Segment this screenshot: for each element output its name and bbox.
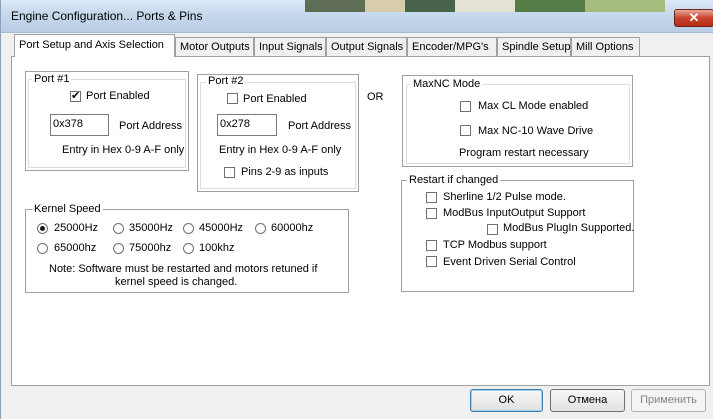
close-button[interactable]: ✕ [674,9,713,27]
tcp-modbus-label: TCP Modbus support [443,239,547,251]
max-nc10-checkbox[interactable] [460,125,471,136]
tab-output-signals[interactable]: Output Signals [326,37,407,56]
dialog-window: Engine Configuration... Ports & Pins ✕ P… [0,0,713,419]
port1-enabled-checkbox[interactable] [70,89,81,102]
port1-legend: Port #1 [32,73,72,85]
kernel-60000-radio[interactable] [255,223,266,234]
kernel-65000-radio[interactable] [37,243,48,254]
port2-pins-label: Pins 2-9 as inputs [241,166,329,178]
tab-label: Port Setup and Axis Selection [19,39,164,51]
port2-address-input[interactable]: 0x278 [217,114,277,136]
tab-mill-options[interactable]: Mill Options [571,37,640,56]
modbus-plugin-label: ModBus PlugIn Supported. [503,222,635,234]
cancel-button[interactable]: Отмена [550,389,625,412]
tab-input-signals[interactable]: Input Signals [254,37,326,56]
tab-label: Output Signals [331,41,404,53]
serial-control-checkbox[interactable] [426,256,437,267]
tab-label: Spindle Setup [502,41,571,53]
kernel-100k-radio[interactable] [183,243,194,254]
window-title: Engine Configuration... Ports & Pins [11,9,203,23]
apply-button[interactable]: Применить [631,389,706,412]
kernel-100k-label: 100khz [199,242,235,254]
tab-spindle-setup[interactable]: Spindle Setup [497,37,571,56]
tab-encoder-mpg[interactable]: Encoder/MPG's [407,37,497,56]
modbus-plugin-checkbox[interactable] [487,224,498,235]
modbus-io-label: ModBus InputOutput Support [443,207,586,219]
max-nc10-label: Max NC-10 Wave Drive [478,125,594,137]
restart-legend: Restart if changed [407,174,501,186]
kernel-legend: Kernel Speed [32,203,103,215]
tab-label: Encoder/MPG's [412,41,489,53]
kernel-65000-label: 65000hz [54,242,97,254]
tab-label: Input Signals [259,41,323,53]
serial-control-label: Event Driven Serial Control [443,256,576,268]
sherline-checkbox[interactable] [426,192,437,203]
kernel-note-line1: Note: Software must be restarted and mot… [49,263,318,275]
ok-button[interactable]: OK [470,389,543,412]
maxnc-legend: MaxNC Mode [411,78,483,90]
port2-enabled-checkbox[interactable] [227,93,238,104]
background-window-strip [305,0,665,12]
title-bar[interactable]: Engine Configuration... Ports & Pins ✕ [1,0,713,33]
kernel-35000-radio[interactable] [113,223,124,234]
maxnc-restart-note: Program restart necessary [459,147,589,159]
kernel-35000-label: 35000Hz [129,222,174,234]
tcp-modbus-checkbox[interactable] [426,240,437,251]
port1-address-label: Port Address [119,120,182,132]
kernel-25000-radio[interactable] [37,223,48,234]
port2-address-label: Port Address [288,120,351,132]
tab-motor-outputs[interactable]: Motor Outputs [175,37,254,56]
port2-legend: Port #2 [206,75,246,87]
kernel-75000-radio[interactable] [113,243,124,254]
port2-pins-checkbox[interactable] [224,167,235,178]
tab-label: Motor Outputs [180,41,250,53]
port1-hint: Entry in Hex 0-9 A-F only [62,144,185,156]
port2-enabled-label: Port Enabled [243,93,307,105]
kernel-note-line2: kernel speed is changed. [115,276,238,288]
max-cl-label: Max CL Mode enabled [478,100,589,112]
kernel-45000-label: 45000Hz [199,222,244,234]
kernel-25000-label: 25000Hz [54,222,99,234]
kernel-60000-label: 60000hz [271,222,314,234]
port1-enabled-label: Port Enabled [86,90,150,102]
port1-address-input[interactable]: 0x378 [50,114,109,136]
kernel-75000-label: 75000hz [129,242,172,254]
kernel-45000-radio[interactable] [183,223,194,234]
tab-label: Mill Options [576,41,634,53]
modbus-io-checkbox[interactable] [426,208,437,219]
max-cl-checkbox[interactable] [460,101,471,112]
port2-hint: Entry in Hex 0-9 A-F only [219,144,342,156]
or-label: OR [367,91,384,103]
close-icon: ✕ [688,10,700,25]
tab-port-setup[interactable]: Port Setup and Axis Selection [14,34,175,57]
sherline-label: Sherline 1/2 Pulse mode. [443,191,566,203]
